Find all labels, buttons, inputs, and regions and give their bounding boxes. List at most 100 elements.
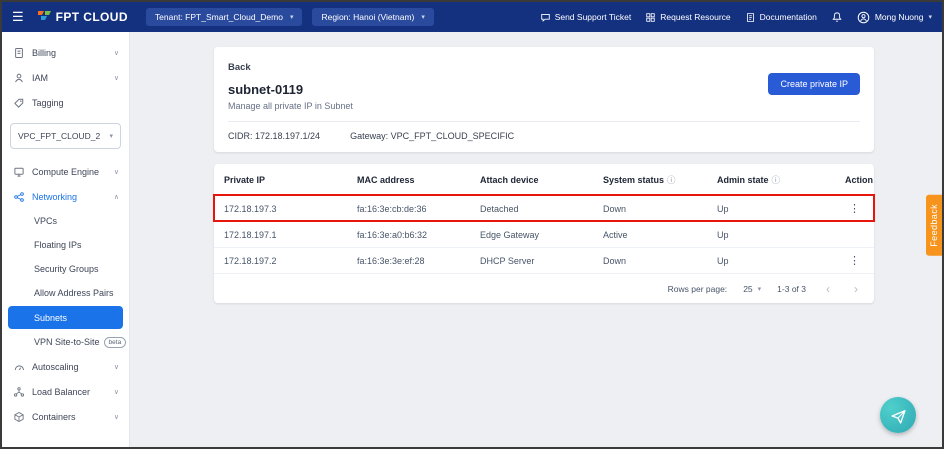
column-header-private-ip: Private IP — [214, 175, 347, 185]
chevron-down-icon: ∨ — [114, 388, 119, 396]
cell-admin-state: Up — [707, 230, 835, 240]
back-link[interactable]: Back — [228, 62, 251, 73]
row-actions-kebab-icon[interactable]: ⋮ — [845, 202, 864, 215]
request-resource-link[interactable]: Request Resource — [645, 12, 730, 23]
chevron-down-icon: ∨ — [114, 168, 119, 176]
column-header-mac-address: MAC address — [347, 175, 470, 185]
compute-engine-icon — [12, 166, 25, 178]
sidebar-item-security-groups[interactable]: Security Groups — [2, 257, 129, 281]
cell-mac-address: fa:16:3e:3e:ef:28 — [347, 256, 470, 266]
top-bar-actions: Send Support Ticket Request Resource Doc… — [540, 11, 932, 24]
sidebar-item-label: IAM — [32, 73, 48, 83]
documentation-link[interactable]: Documentation — [745, 12, 817, 23]
divider — [228, 121, 860, 122]
sub-item-label: Floating IPs — [34, 240, 82, 250]
sidebar-item-autoscaling[interactable]: Autoscaling ∨ — [2, 354, 129, 379]
chevron-down-icon: ▾ — [758, 285, 762, 293]
table-header-row: Private IP MAC address Attach device Sys… — [214, 164, 874, 195]
region-selector[interactable]: Region: Hanoi (Vietnam) ▾ — [312, 8, 433, 26]
hamburger-menu-icon[interactable]: ☰ — [12, 9, 24, 25]
containers-icon — [12, 411, 25, 423]
sidebar-item-networking[interactable]: Networking ∧ — [2, 184, 129, 209]
top-bar: ☰ FPT CLOUD Tenant: FPT_Smart_Cloud_Demo… — [2, 2, 942, 32]
main-content: Back subnet-0119 Manage all private IP i… — [131, 32, 942, 447]
chevron-down-icon: ∨ — [114, 413, 119, 421]
cell-attach-device: DHCP Server — [470, 256, 593, 266]
create-private-ip-button[interactable]: Create private IP — [768, 73, 860, 95]
sidebar-item-load-balancer[interactable]: Load Balancer ∨ — [2, 379, 129, 404]
feedback-tab[interactable]: Feedback — [926, 195, 942, 256]
documentation-label: Documentation — [760, 12, 817, 22]
request-resource-label: Request Resource — [660, 12, 730, 22]
sidebar-item-label: Billing — [32, 48, 56, 58]
sub-item-label: Allow Address Pairs — [34, 288, 114, 298]
chevron-down-icon: ∨ — [114, 74, 119, 82]
chat-support-button[interactable] — [880, 397, 916, 433]
sidebar-item-floating-ips[interactable]: Floating IPs — [2, 233, 129, 257]
send-support-ticket-link[interactable]: Send Support Ticket — [540, 12, 632, 23]
table-row[interactable]: 172.18.197.3 fa:16:3e:cb:de:36 Detached … — [214, 195, 874, 221]
page-subtitle: Manage all private IP in Subnet — [228, 101, 860, 111]
info-icon[interactable]: ⓘ — [772, 174, 781, 186]
iam-icon — [12, 72, 25, 84]
sidebar-item-label: Networking — [32, 192, 77, 202]
notifications-bell-icon[interactable] — [831, 11, 843, 23]
rows-per-page-label: Rows per page: — [668, 284, 728, 294]
sidebar-item-iam[interactable]: IAM ∨ — [2, 65, 129, 90]
info-icon[interactable]: ⓘ — [667, 174, 676, 186]
page-title: subnet-0119 — [228, 82, 860, 97]
pagination-range: 1-3 of 3 — [777, 284, 806, 294]
sidebar-nav: Billing ∨ IAM ∨ Tagging VPC_FPT_CLOUD_2 … — [2, 32, 130, 447]
chat-bot-icon — [890, 407, 907, 424]
user-avatar-icon — [857, 11, 870, 24]
sidebar-item-label: Containers — [32, 412, 76, 422]
tag-icon — [12, 97, 25, 109]
table-row[interactable]: 172.18.197.1 fa:16:3e:a0:b6:32 Edge Gate… — [214, 221, 874, 247]
cell-private-ip: 172.18.197.1 — [214, 230, 347, 240]
fpt-cloud-console: ☰ FPT CLOUD Tenant: FPT_Smart_Cloud_Demo… — [0, 0, 944, 449]
previous-page-icon[interactable]: ‹ — [822, 282, 834, 296]
sidebar-item-billing[interactable]: Billing ∨ — [2, 40, 129, 65]
sidebar-item-tagging[interactable]: Tagging — [2, 90, 129, 115]
support-ticket-icon — [540, 12, 551, 23]
cell-mac-address: fa:16:3e:a0:b6:32 — [347, 230, 470, 240]
region-label: Region: Hanoi (Vietnam) — [321, 12, 414, 22]
cell-attach-device: Edge Gateway — [470, 230, 593, 240]
chevron-down-icon: ▾ — [290, 13, 294, 21]
sidebar-item-containers[interactable]: Containers ∨ — [2, 404, 129, 429]
rows-per-page-select[interactable]: 25 ▾ — [743, 284, 761, 294]
sub-item-label: VPN Site-to-Site — [34, 337, 100, 347]
sidebar-item-allow-address-pairs[interactable]: Allow Address Pairs — [2, 281, 129, 305]
column-header-admin-state: Admin state ⓘ — [707, 174, 835, 186]
table-row[interactable]: 172.18.197.2 fa:16:3e:3e:ef:28 DHCP Serv… — [214, 247, 874, 273]
gateway-value: Gateway: VPC_FPT_CLOUD_SPECIFIC — [350, 131, 514, 141]
send-support-ticket-label: Send Support Ticket — [555, 12, 632, 22]
column-header-system-status: System status ⓘ — [593, 174, 707, 186]
sidebar-item-vpn-site-to-site[interactable]: VPN Site-to-Site beta — [2, 330, 129, 354]
row-actions-kebab-icon[interactable]: ⋮ — [845, 254, 864, 267]
chevron-down-icon: ▾ — [421, 13, 425, 21]
tenant-selector[interactable]: Tenant: FPT_Smart_Cloud_Demo ▾ — [146, 8, 303, 26]
table-pagination: Rows per page: 25 ▾ 1-3 of 3 ‹ › — [214, 273, 874, 303]
chevron-up-icon: ∧ — [114, 193, 119, 201]
private-ip-table-card: Private IP MAC address Attach device Sys… — [214, 164, 874, 303]
vpc-selector-dropdown[interactable]: VPC_FPT_CLOUD_2 ▾ — [10, 123, 121, 149]
sidebar-item-vpcs[interactable]: VPCs — [2, 209, 129, 233]
sidebar-item-subnets[interactable]: Subnets — [8, 306, 123, 329]
tenant-label: Tenant: FPT_Smart_Cloud_Demo — [155, 12, 283, 22]
networking-icon — [12, 191, 25, 203]
sub-item-label: VPCs — [34, 216, 57, 226]
cell-attach-device: Detached — [470, 204, 593, 214]
sidebar-item-label: Load Balancer — [32, 387, 90, 397]
cell-private-ip: 172.18.197.3 — [214, 204, 347, 214]
rows-per-page-value: 25 — [743, 284, 752, 294]
billing-icon — [12, 47, 25, 59]
sidebar-item-compute-engine[interactable]: Compute Engine ∨ — [2, 159, 129, 184]
next-page-icon[interactable]: › — [850, 282, 862, 296]
chevron-down-icon: ▾ — [109, 132, 113, 140]
autoscaling-icon — [12, 361, 25, 373]
cell-system-status: Active — [593, 230, 707, 240]
user-menu[interactable]: Mong Nuong ▾ — [857, 11, 932, 24]
cell-mac-address: fa:16:3e:cb:de:36 — [347, 204, 470, 214]
brand-logo: FPT CLOUD — [38, 10, 128, 24]
